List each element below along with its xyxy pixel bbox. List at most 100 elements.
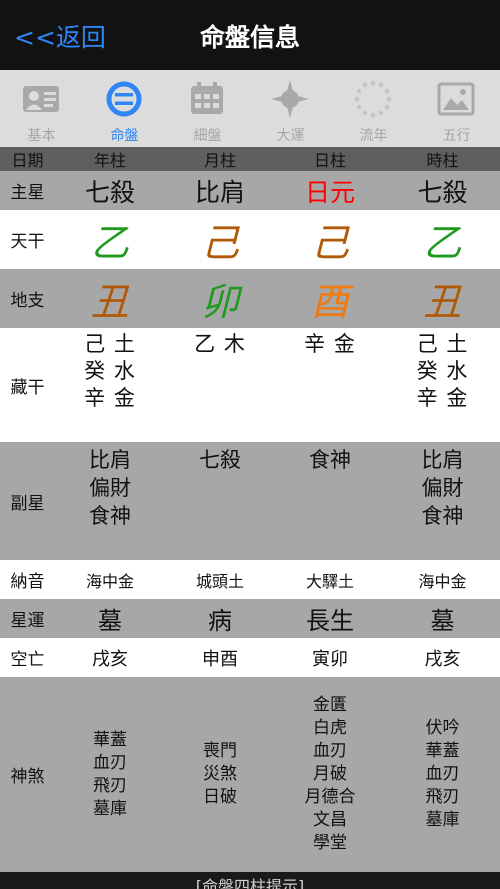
earthly-branch-day: 酉 xyxy=(310,280,349,324)
shensha-line: 墓庫 xyxy=(425,810,460,830)
profile-card-icon xyxy=(23,86,59,112)
earthly-branch-month: 卯 xyxy=(200,280,239,324)
tab-elements[interactable]: 五行 xyxy=(415,70,498,147)
shensha-line: 災煞 xyxy=(203,764,237,784)
main-star-hour: 七殺 xyxy=(417,177,468,207)
row-label-nayin: 納音 xyxy=(10,572,45,592)
shensha-line: 華蓋 xyxy=(425,741,460,761)
shensha-line: 學堂 xyxy=(313,833,347,853)
row-shensha: 神煞 華蓋 血刃 飛刃 墓庫 喪門 災煞 日破 金匱 白虎 血刃 月破 月德合 xyxy=(0,677,500,872)
star-phase-day: 長生 xyxy=(306,607,354,635)
main-star-year: 七殺 xyxy=(84,177,135,207)
shensha-line: 喪門 xyxy=(203,741,237,761)
page-title: 命盤信息 xyxy=(199,23,300,52)
table-header-row: 日期 年柱 月柱 日柱 時柱 xyxy=(0,147,500,171)
tab-label-detail: 細盤 xyxy=(193,128,222,144)
shensha-line: 伏吟 xyxy=(425,718,460,738)
main-star-month: 比肩 xyxy=(194,177,245,207)
shensha-line: 文昌 xyxy=(313,810,347,830)
void-hour: 戌亥 xyxy=(424,648,461,670)
shensha-line: 血刃 xyxy=(313,741,347,761)
row-hidden-stems: 藏干 己 土 癸 水 辛 金 乙 木 辛 金 己 土 癸 水 辛 金 xyxy=(0,328,500,442)
shensha-line: 血刃 xyxy=(93,752,127,773)
sun-dots-icon xyxy=(354,80,392,118)
shensha-day: 金匱 白虎 血刃 月破 月德合 文昌 學堂 xyxy=(275,677,385,872)
hidden-stems-month: 乙 木 xyxy=(165,328,275,442)
earthly-branch-hour: 丑 xyxy=(423,280,462,324)
row-main-star: 主星 七殺 比肩 日元 七殺 xyxy=(0,171,500,210)
shensha-line: 金匱 xyxy=(313,695,347,715)
nayin-year: 海中金 xyxy=(85,571,134,591)
column-header-day: 日柱 xyxy=(313,151,346,170)
shensha-line: 月破 xyxy=(313,764,347,784)
hidden-stem-line: 癸 水 xyxy=(84,359,136,383)
heavenly-stem-day: 己 xyxy=(310,221,349,265)
secondary-stars-day: 食神 xyxy=(275,442,385,560)
row-label-date: 日期 xyxy=(11,151,44,170)
hidden-stem-line: 辛 金 xyxy=(304,332,356,356)
secondary-star-line: 比肩 xyxy=(421,448,464,472)
heavenly-stem-year: 乙 xyxy=(90,221,129,265)
tab-detail[interactable]: 細盤 xyxy=(166,70,249,147)
shensha-line: 飛刃 xyxy=(425,787,460,807)
tab-label-elements: 五行 xyxy=(442,128,471,144)
row-void: 空亡 戌亥 申酉 寅卯 戌亥 xyxy=(0,638,500,677)
row-heavenly-stems: 天干 乙 己 己 乙 xyxy=(0,210,500,269)
shensha-line: 血刃 xyxy=(425,764,460,784)
star-phase-hour: 墓 xyxy=(430,607,455,635)
nav-bar: <<返回 命盤信息 xyxy=(0,0,500,70)
nayin-month: 城頭土 xyxy=(195,571,244,591)
shensha-year: 華蓋 血刃 飛刃 墓庫 xyxy=(55,677,165,872)
tab-label-fortune: 大運 xyxy=(276,128,305,144)
hidden-stem-line: 辛 金 xyxy=(84,386,136,410)
hidden-stem-line: 癸 水 xyxy=(416,359,469,383)
row-secondary-stars: 副星 比肩 偏財 食神 七殺 食神 比肩 偏財 食神 xyxy=(0,442,500,560)
secondary-stars-month: 七殺 xyxy=(165,442,275,560)
row-label-earthly-branches: 地支 xyxy=(10,291,45,311)
row-label-void: 空亡 xyxy=(10,650,45,670)
row-label-shensha: 神煞 xyxy=(10,767,45,787)
nayin-hour: 海中金 xyxy=(418,571,467,591)
secondary-star-line: 食神 xyxy=(89,504,131,528)
column-header-month: 月柱 xyxy=(203,151,236,170)
tab-basic[interactable]: 基本 xyxy=(0,70,83,147)
secondary-star-line: 比肩 xyxy=(89,448,131,472)
nayin-day: 大驛土 xyxy=(305,571,354,591)
hidden-stem-line: 己 土 xyxy=(84,332,136,356)
picture-icon xyxy=(437,82,475,116)
hidden-stems-year: 己 土 癸 水 辛 金 xyxy=(55,328,165,442)
hidden-stem-line: 己 土 xyxy=(416,332,469,356)
tab-label-chart: 命盤 xyxy=(110,128,139,144)
row-star-phase: 星運 墓 病 長生 墓 xyxy=(0,599,500,638)
hidden-stems-day: 辛 金 xyxy=(275,328,385,442)
secondary-stars-hour: 比肩 偏財 食神 xyxy=(385,442,500,560)
row-earthly-branches: 地支 丑 卯 酉 丑 xyxy=(0,269,500,328)
earthly-branch-year: 丑 xyxy=(90,280,129,324)
main-star-day: 日元 xyxy=(304,177,355,207)
row-label-hidden-stems: 藏干 xyxy=(10,377,45,398)
shensha-line: 月德合 xyxy=(304,787,356,807)
star-phase-year: 墓 xyxy=(98,607,122,635)
shensha-line: 白虎 xyxy=(313,718,347,738)
tab-bar: 基本 命盤 細盤 大運 流年 五行 xyxy=(0,70,500,147)
hidden-stems-hour: 己 土 癸 水 辛 金 xyxy=(385,328,500,442)
shensha-line: 華蓋 xyxy=(93,729,127,750)
void-day: 寅卯 xyxy=(312,648,348,670)
row-label-main-star: 主星 xyxy=(10,183,45,203)
secondary-star-line: 偏財 xyxy=(89,476,131,500)
hidden-stem-line: 乙 木 xyxy=(194,332,246,356)
compass-icon xyxy=(271,80,309,118)
void-month: 申酉 xyxy=(202,648,238,670)
tab-label-annual: 流年 xyxy=(359,128,388,144)
calendar-grid-icon xyxy=(191,82,223,114)
row-label-star-phase: 星運 xyxy=(10,611,45,631)
tab-chart[interactable]: 命盤 xyxy=(83,70,166,147)
hidden-stem-line: 辛 金 xyxy=(416,386,469,410)
tab-label-basic: 基本 xyxy=(27,128,56,144)
chart-circle-icon xyxy=(106,81,142,117)
secondary-stars-year: 比肩 偏財 食神 xyxy=(55,442,165,560)
chart-hint-link[interactable]: [命盤四柱提示] xyxy=(0,873,500,889)
tab-fortune[interactable]: 大運 xyxy=(249,70,332,147)
tab-annual[interactable]: 流年 xyxy=(332,70,415,147)
shensha-line: 墓庫 xyxy=(93,798,127,819)
